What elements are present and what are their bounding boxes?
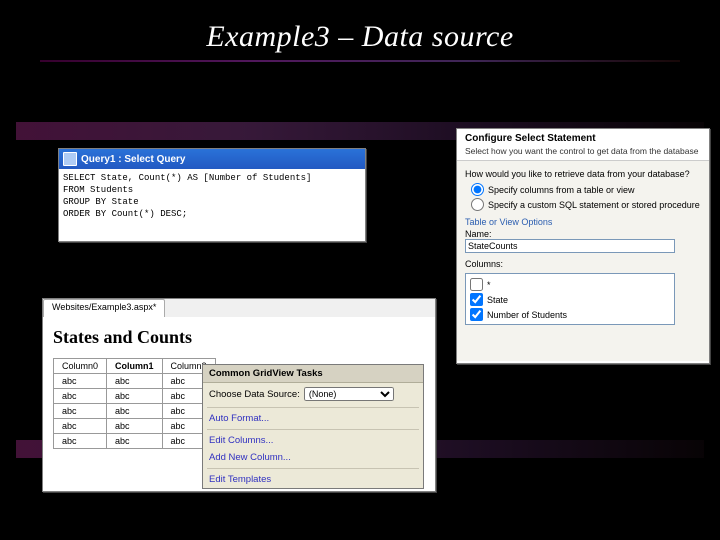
separator	[207, 429, 419, 430]
addcolumn-link[interactable]: Add New Column...	[203, 449, 423, 466]
page-heading: States and Counts	[53, 327, 425, 348]
table-row: abcabcabc	[54, 434, 216, 449]
editcolumns-link[interactable]: Edit Columns...	[203, 432, 423, 449]
configure-statement-panel: Configure Select Statement Select how yo…	[456, 128, 710, 364]
gridview-col-1[interactable]: Column1	[107, 359, 163, 374]
col-num-checkbox[interactable]	[470, 308, 483, 321]
gridview[interactable]: Column0 Column1 Column2 abcabcabc abcabc…	[53, 358, 216, 449]
tab-strip: Websites/Example3.aspx*	[43, 299, 435, 317]
configure-question: How would you like to retrieve data from…	[465, 169, 701, 179]
datasource-select[interactable]: (None)	[304, 387, 394, 401]
smarttag-panel: Common GridView Tasks Choose Data Source…	[202, 364, 424, 489]
gridview-col-0[interactable]: Column0	[54, 359, 107, 374]
configure-header: Configure Select Statement Select how yo…	[457, 129, 709, 161]
radio-custom-sql-input[interactable]	[471, 198, 484, 211]
col-state-checkbox[interactable]	[470, 293, 483, 306]
table-row: abcabcabc	[54, 374, 216, 389]
sql-window-titlebar[interactable]: Query1 : Select Query	[59, 149, 365, 169]
title-underline	[40, 60, 680, 62]
col-row-all[interactable]: *	[470, 278, 670, 291]
datasource-row: Choose Data Source: (None)	[203, 383, 423, 405]
radio-table-view-label: Specify columns from a table or view	[488, 185, 635, 195]
smarttag-title: Common GridView Tasks	[203, 365, 423, 383]
sql-text[interactable]: SELECT State, Count(*) AS [Number of Stu…	[59, 169, 365, 223]
slide-title: Example3 – Data source	[0, 20, 720, 54]
autoformat-link[interactable]: Auto Format...	[203, 410, 423, 427]
name-label: Name:	[465, 229, 701, 239]
radio-custom-sql-label: Specify a custom SQL statement or stored…	[488, 200, 700, 210]
gridview-header-row: Column0 Column1 Column2	[54, 359, 216, 374]
sql-query-window: Query1 : Select Query SELECT State, Coun…	[58, 148, 366, 242]
query-icon	[63, 152, 77, 166]
table-row: abcabcabc	[54, 419, 216, 434]
col-row-state[interactable]: State	[470, 293, 670, 306]
datasource-label: Choose Data Source:	[209, 389, 300, 400]
configure-subtitle: Select how you want the control to get d…	[465, 146, 701, 156]
radio-table-view[interactable]: Specify columns from a table or view	[471, 183, 701, 196]
radio-table-view-input[interactable]	[471, 183, 484, 196]
columns-list[interactable]: * State Number of Students	[465, 273, 675, 325]
col-all-label: *	[487, 280, 491, 290]
name-input[interactable]	[465, 239, 675, 253]
col-num-label: Number of Students	[487, 310, 567, 320]
sql-window-title: Query1 : Select Query	[81, 154, 186, 165]
columns-label: Columns:	[465, 259, 701, 269]
configure-title: Configure Select Statement	[465, 133, 701, 144]
slide-title-bar: Example3 – Data source	[0, 20, 720, 54]
radio-custom-sql[interactable]: Specify a custom SQL statement or stored…	[471, 198, 701, 211]
table-view-section: Table or View Options	[465, 217, 701, 227]
configure-body: How would you like to retrieve data from…	[457, 161, 709, 361]
col-state-label: State	[487, 295, 508, 305]
col-all-checkbox[interactable]	[470, 278, 483, 291]
col-row-num[interactable]: Number of Students	[470, 308, 670, 321]
edittemplates-link[interactable]: Edit Templates	[203, 471, 423, 488]
separator	[207, 407, 419, 408]
table-row: abcabcabc	[54, 404, 216, 419]
separator	[207, 468, 419, 469]
table-row: abcabcabc	[54, 389, 216, 404]
tab-file[interactable]: Websites/Example3.aspx*	[43, 299, 165, 317]
